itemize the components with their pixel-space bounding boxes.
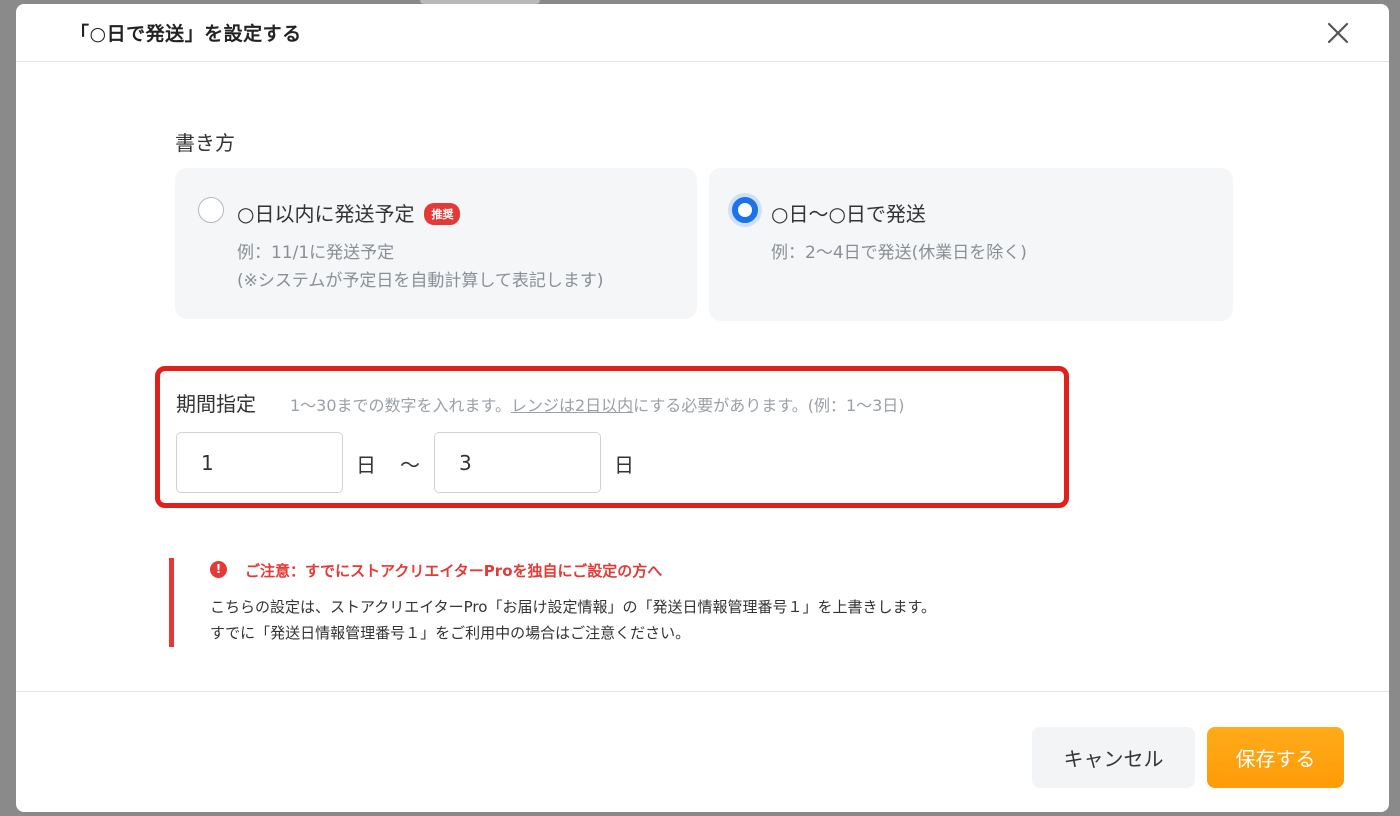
dialog: 「○日で発送」を設定する 書き方 ○日以内に発送予定 推奨 例：11/1に発送予定… — [16, 4, 1389, 812]
option-desc-line: 例：11/1に発送予定 — [237, 243, 395, 263]
dialog-header: 「○日で発送」を設定する — [16, 4, 1389, 62]
option-description: 例：2〜4日で発送(休業日を除く) — [771, 239, 1027, 267]
radio-within-days[interactable] — [198, 197, 224, 223]
radio-range-days[interactable] — [732, 197, 758, 223]
period-section: 期間指定 1〜30までの数字を入れます。レンジは2日以内にする必要があります。(… — [155, 366, 1069, 508]
period-hint: 1〜30までの数字を入れます。レンジは2日以内にする必要があります。(例：1〜3… — [290, 392, 905, 416]
save-button[interactable]: 保存する — [1207, 727, 1344, 788]
option-range-days[interactable]: ○日〜○日で発送 例：2〜4日で発送(休業日を除く) — [709, 168, 1233, 321]
unit-day-label: 日 — [614, 453, 634, 477]
option-within-days[interactable]: ○日以内に発送予定 推奨 例：11/1に発送予定 (※システムが予定日を自動計算し… — [175, 168, 697, 319]
option-desc-line: 例：2〜4日で発送(休業日を除く) — [771, 243, 1027, 263]
period-hint-text: にする必要があります。(例：1〜3日) — [633, 396, 905, 415]
option-title: ○日以内に発送予定 推奨 — [237, 198, 461, 227]
notice-line: こちらの設定は、ストアクリエイターPro「お届け設定情報」の「発送日情報管理番号… — [210, 598, 936, 616]
dialog-title: 「○日で発送」を設定する — [70, 23, 302, 45]
period-hint-text: 1〜30までの数字を入れます。 — [290, 396, 511, 415]
period-from-input[interactable] — [176, 432, 343, 493]
notice-body: こちらの設定は、ストアクリエイターPro「お届け設定情報」の「発送日情報管理番号… — [210, 594, 936, 646]
option-title: ○日〜○日で発送 — [771, 198, 926, 227]
option-title-text: ○日〜○日で発送 — [771, 202, 926, 226]
recommended-badge: 推奨 — [424, 203, 461, 225]
format-label: 書き方 — [175, 131, 235, 155]
exclamation-circle-icon: ! — [210, 561, 227, 578]
cancel-button[interactable]: キャンセル — [1032, 727, 1195, 788]
dialog-footer: キャンセル 保存する — [16, 691, 1389, 812]
unit-day-label: 日 — [356, 453, 376, 477]
notice-title: ご注意：すでにストアクリエイターProを独自にご設定の方へ — [245, 562, 663, 580]
notice-line: すでに「発送日情報管理番号１」をご利用中の場合はご注意ください。 — [210, 624, 691, 642]
period-label: 期間指定 — [176, 392, 256, 416]
close-button[interactable] — [1325, 20, 1351, 46]
option-title-text: ○日以内に発送予定 — [237, 202, 415, 226]
option-desc-line: (※システムが予定日を自動計算して表記します) — [237, 271, 604, 291]
period-to-input[interactable] — [434, 432, 601, 493]
close-icon — [1327, 22, 1349, 44]
notice-block: ! ご注意：すでにストアクリエイターProを独自にご設定の方へ こちらの設定は、… — [169, 558, 1049, 647]
option-description: 例：11/1に発送予定 (※システムが予定日を自動計算して表記します) — [237, 239, 604, 295]
range-rule-link[interactable]: レンジは2日以内 — [511, 396, 633, 415]
range-tilde: 〜 — [400, 453, 420, 477]
